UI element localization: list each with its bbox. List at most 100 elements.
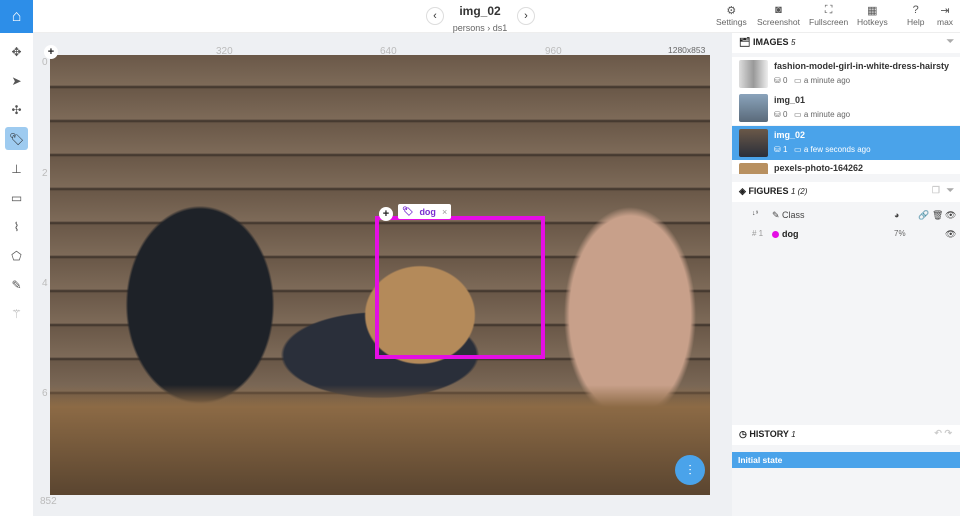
polyline-icon[interactable]: ⌇ xyxy=(5,215,28,238)
point-icon[interactable]: ⊥ xyxy=(5,157,28,180)
figure-count: 1 xyxy=(782,145,788,154)
figures-title: FIGURES xyxy=(748,186,789,196)
image-name: img_02 xyxy=(774,130,806,140)
trash-icon[interactable]: 🗑 xyxy=(932,210,943,221)
camera-icon: ◙ xyxy=(775,4,782,16)
move-icon[interactable]: ✥ xyxy=(5,40,28,63)
thumbnail xyxy=(739,94,768,122)
image-meta: ⛁ 1 ▭ a few seconds ago xyxy=(774,145,871,154)
adjustments-button[interactable]: ⫶ xyxy=(675,455,705,485)
add-tag-button[interactable]: + xyxy=(379,207,393,221)
eye-icon[interactable]: 👁 xyxy=(945,229,956,240)
image-list-item[interactable]: img_01 ⛁ 0 ▭ a minute ago xyxy=(732,91,960,125)
area-icon[interactable]: ◕ xyxy=(894,210,899,220)
settings-label: Settings xyxy=(716,17,747,27)
filter-icon[interactable]: ⏷ xyxy=(947,185,954,196)
copy-icon[interactable]: ❐ xyxy=(932,185,940,196)
image-canvas[interactable]: 320 640 960 1280x853 0 2 4 6 852 + + 🏷 d… xyxy=(33,33,732,516)
eye-icon[interactable]: 👁 xyxy=(945,210,956,221)
history-header: ◷ HISTORY 1 ↶ ↷ xyxy=(732,425,960,445)
image-name: fashion-model-girl-in-white-dress-hairst… xyxy=(774,61,950,71)
help-icon: ? xyxy=(912,4,919,16)
history-title: HISTORY xyxy=(749,429,789,439)
screenshot-button[interactable]: ◙ Screenshot xyxy=(757,4,800,27)
image-list-item-selected[interactable]: img_02 ⛁ 1 ▭ a few seconds ago xyxy=(732,126,960,160)
fullscreen-icon: ⛶ xyxy=(824,4,833,16)
figures-header: ◈ FIGURES 1 (2) ❐ ⏷ xyxy=(732,182,960,202)
figure-area: 7% xyxy=(894,229,906,238)
image-list-item[interactable]: pexels-photo-164262 xyxy=(732,160,960,174)
sort-icon[interactable]: ↓⁹ xyxy=(752,210,759,217)
close-icon[interactable]: × xyxy=(442,207,447,217)
images-header: 🗂 IMAGES 5 ⏷ xyxy=(732,33,960,53)
images-count: 5 xyxy=(790,38,796,47)
image-size: 1280x853 xyxy=(668,45,706,55)
user-label: max xyxy=(937,17,954,27)
page-title: img_02 xyxy=(459,4,501,18)
sliders-icon: ⫶ xyxy=(688,461,692,478)
figure-count: 0 xyxy=(782,110,788,119)
logout-button[interactable]: ⇥ max xyxy=(937,4,953,27)
brush-icon[interactable]: ✎ xyxy=(5,273,28,296)
polygon-icon[interactable]: ⬠ xyxy=(5,244,28,267)
settings-button[interactable]: ⚙ Settings xyxy=(716,4,747,27)
class-header: Class xyxy=(782,210,805,220)
figure-row[interactable]: # 1 dog 7% 👁 xyxy=(732,226,960,244)
right-panel: 🗂 IMAGES 5 ⏷ fashion-model-girl-in-white… xyxy=(732,33,960,516)
figures-count: 1 (2) xyxy=(790,187,808,196)
image-meta: ⛁ 0 ▭ a minute ago xyxy=(774,110,851,119)
figure-label[interactable]: 🏷 dog × xyxy=(398,204,452,219)
gear-icon: ⚙ xyxy=(726,5,737,17)
images-icon: 🗂 xyxy=(739,37,751,47)
image-time: a minute ago xyxy=(803,76,851,85)
thumbnail xyxy=(739,163,768,174)
next-image-button[interactable]: › xyxy=(517,7,535,25)
class-color-dot xyxy=(772,231,779,238)
figure-count: 0 xyxy=(782,76,788,85)
ruler-tick: 6 xyxy=(42,388,48,399)
filter-icon[interactable]: ⏷ xyxy=(947,36,954,47)
fullscreen-label: Fullscreen xyxy=(809,17,849,27)
tag-icon[interactable]: 🏷 xyxy=(5,127,28,150)
help-button[interactable]: ? Help xyxy=(907,4,924,27)
ruler-tick: 852 xyxy=(40,496,57,507)
thumbnail xyxy=(739,60,768,88)
logout-icon: ⇥ xyxy=(940,5,950,17)
rectangle-icon[interactable]: ▭ xyxy=(5,186,28,209)
home-button[interactable]: ⌂ xyxy=(0,0,33,33)
ruler-tick: 2 xyxy=(42,168,48,179)
ruler-top: 320 640 960 1280x853 xyxy=(33,33,732,57)
zoom-plus-button[interactable]: + xyxy=(44,45,58,59)
drag-points-icon[interactable]: ✣ xyxy=(5,98,28,121)
hotkeys-label: Hotkeys xyxy=(857,17,888,27)
ruler-tick: 0 xyxy=(42,57,48,68)
image-meta: ⛁ 0 ▭ a minute ago xyxy=(774,76,851,85)
history-item[interactable]: Initial state xyxy=(732,452,960,468)
keyboard-icon: ▦ xyxy=(867,5,878,17)
bounding-box-dog[interactable] xyxy=(375,216,545,359)
images-title: IMAGES xyxy=(752,37,789,47)
history-count: 1 xyxy=(791,430,796,439)
image-name: img_01 xyxy=(774,95,806,105)
magic-wand-icon[interactable]: ⚚ xyxy=(5,302,28,325)
figure-index: # 1 xyxy=(752,229,764,238)
image-name: pexels-photo-164262 xyxy=(774,163,864,173)
pointer-icon[interactable]: ➤ xyxy=(5,69,28,92)
ruler-tick: 4 xyxy=(42,278,48,289)
link-icon[interactable]: 🔗 xyxy=(918,210,929,221)
history-icon: ◷ xyxy=(739,429,747,439)
home-icon: ⌂ xyxy=(11,7,22,25)
image-list-item[interactable]: fashion-model-girl-in-white-dress-hairst… xyxy=(732,57,960,91)
thumbnail xyxy=(739,129,768,157)
tag-icon: 🏷 xyxy=(402,206,414,216)
layers-icon: ◈ xyxy=(739,186,746,196)
fullscreen-button[interactable]: ⛶ Fullscreen xyxy=(809,4,848,27)
figure-label-text: dog xyxy=(419,206,436,217)
class-column[interactable]: ✎ Class xyxy=(772,210,805,221)
help-label: Help xyxy=(907,17,925,27)
hotkeys-button[interactable]: ▦ Hotkeys xyxy=(857,4,888,27)
undo-redo-icons[interactable]: ↶ ↷ xyxy=(934,428,952,439)
figures-table-header: ↓⁹ ✎ Class ◕ 🔗 🗑 👁 xyxy=(732,207,960,225)
image-time: a few seconds ago xyxy=(803,145,871,154)
image-time: a minute ago xyxy=(803,110,851,119)
